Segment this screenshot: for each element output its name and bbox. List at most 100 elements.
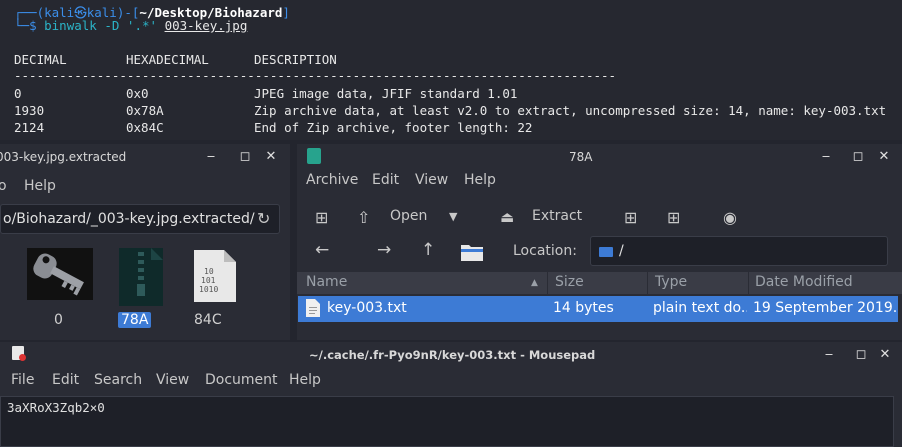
mousepad-close-button[interactable]: ✕ — [876, 346, 894, 364]
menu-go[interactable]: o — [0, 178, 7, 194]
file-manager-titlebar[interactable]: 003-key.jpg.extracted ‒ ◻ ✕ — [0, 144, 290, 170]
forward-icon[interactable]: → — [377, 240, 391, 260]
menu-help[interactable]: Help — [289, 372, 321, 388]
mousepad-titlebar[interactable]: ~/.cache/.fr-Pyo9nR/key-003.txt - Mousep… — [0, 342, 902, 368]
add-folder-icon[interactable]: ⊞ — [667, 208, 680, 227]
file-label-84C: 84C — [194, 312, 222, 328]
archive-titlebar[interactable]: 78A ‒ ◻ ✕ — [297, 144, 902, 170]
extract-button[interactable]: Extract — [532, 208, 582, 224]
menu-edit[interactable]: Edit — [372, 172, 399, 188]
file-list-header: Name ▲ Size Type Date Modified — [297, 272, 902, 294]
archive-title: 78A — [569, 150, 593, 164]
stop-icon[interactable]: ◉ — [723, 208, 737, 227]
file-manager-window[interactable]: 003-key.jpg.extracted ‒ ◻ ✕ o Help o/Bio… — [0, 144, 290, 340]
command-name: binwalk — [44, 18, 97, 33]
file-item-84C[interactable]: 10 101 1010 — [174, 248, 244, 308]
command-file: 003-key.jpg — [164, 18, 248, 33]
row-1-desc: Zip archive data, at least v2.0 to extra… — [254, 103, 887, 118]
column-name[interactable]: Name — [306, 274, 347, 290]
open-icon[interactable]: ⇧ — [357, 208, 370, 227]
editor-content: 3aXRoX3Zqb2×0 — [7, 400, 105, 415]
file-item-0[interactable] — [25, 248, 95, 304]
row-0-hex: 0x0 — [126, 86, 149, 101]
binary-file-icon: 10 101 1010 — [194, 250, 236, 302]
menu-help[interactable]: Help — [24, 178, 56, 194]
path-text: o/Biohazard/_003-key.jpg.extracted/ — [3, 211, 255, 227]
key-image-icon — [27, 248, 93, 300]
row-date: 19 September 2019... — [753, 300, 898, 316]
row-0-desc: JPEG image data, JFIF standard 1.01 — [254, 86, 518, 101]
new-archive-icon[interactable]: ⊞ — [315, 208, 328, 227]
reload-icon[interactable]: ↻ — [257, 209, 270, 228]
zip-archive-icon — [119, 248, 163, 306]
maximize-button[interactable]: ◻ — [236, 148, 254, 166]
menu-search[interactable]: Search — [94, 372, 142, 388]
archive-minimize-button[interactable]: ‒ — [817, 148, 835, 166]
column-date[interactable]: Date Modified — [755, 274, 853, 290]
column-size[interactable]: Size — [555, 274, 584, 290]
header-desc: DESCRIPTION — [254, 52, 337, 67]
row-size: 14 bytes — [553, 300, 614, 316]
svg-text:1010: 1010 — [199, 285, 218, 294]
header-decimal: DECIMAL — [14, 52, 67, 67]
location-label: Location: — [513, 243, 577, 259]
header-hex: HEXADECIMAL — [126, 52, 209, 67]
row-1-decimal: 1930 — [14, 103, 45, 118]
archive-toolbar: ⊞ ⇧ Open ▼ ⏏ Extract ⊞ ⊞ ◉ — [297, 200, 902, 234]
row-2-decimal: 2124 — [14, 120, 45, 135]
home-folder-icon[interactable] — [460, 242, 484, 262]
mousepad-app-badge — [19, 354, 26, 361]
mousepad-menubar: File Edit Search View Document Help — [0, 372, 902, 394]
file-item-78A[interactable] — [102, 248, 172, 310]
back-icon[interactable]: ← — [315, 240, 329, 260]
extract-icon[interactable]: ⏏ — [500, 208, 514, 226]
file-label-0: 0 — [54, 312, 63, 328]
archive-manager-window[interactable]: 78A ‒ ◻ ✕ Archive Edit View Help ⊞ ⇧ Ope… — [297, 144, 902, 340]
location-field[interactable]: / — [590, 236, 888, 266]
up-icon[interactable]: ↑ — [421, 240, 435, 260]
location-folder-icon — [599, 247, 613, 257]
menu-view[interactable]: View — [156, 372, 189, 388]
menu-document[interactable]: Document — [205, 372, 278, 388]
path-bar[interactable]: o/Biohazard/_003-key.jpg.extracted/ ↻ — [0, 204, 280, 234]
header-separator: ----------------------------------------… — [14, 68, 617, 83]
row-type: plain text do... — [653, 300, 747, 316]
close-button[interactable]: ✕ — [262, 148, 280, 166]
terminal-window[interactable]: ┌──(kali㉿kali)-[~/Desktop/Biohazard] └─$… — [0, 0, 902, 140]
file-manager-title: 003-key.jpg.extracted — [0, 150, 127, 164]
archive-menubar: Archive Edit View Help — [297, 172, 902, 194]
location-value: / — [619, 243, 624, 259]
command-args: -D '.*' — [104, 18, 158, 33]
file-label-78A: 78A — [118, 312, 152, 328]
file-manager-menubar: o Help — [0, 178, 290, 200]
row-0-decimal: 0 — [14, 86, 22, 101]
text-editor-area[interactable]: 3aXRoX3Zqb2×0 — [0, 396, 894, 447]
menu-file[interactable]: File — [11, 372, 34, 388]
menu-archive[interactable]: Archive — [306, 172, 358, 188]
location-bar: ← → ↑ Location: / — [297, 234, 902, 270]
column-type[interactable]: Type — [655, 274, 687, 290]
archive-app-icon — [307, 148, 321, 164]
open-button[interactable]: Open — [390, 208, 427, 224]
menu-help[interactable]: Help — [464, 172, 496, 188]
add-file-icon[interactable]: ⊞ — [624, 208, 637, 227]
svg-text:101: 101 — [201, 276, 216, 285]
mousepad-window[interactable]: ~/.cache/.fr-Pyo9nR/key-003.txt - Mousep… — [0, 342, 902, 447]
menu-edit[interactable]: Edit — [52, 372, 79, 388]
svg-text:10: 10 — [204, 267, 214, 276]
row-2-hex: 0x84C — [126, 120, 164, 135]
text-file-icon — [306, 299, 320, 317]
mousepad-minimize-button[interactable]: ‒ — [820, 346, 838, 364]
archive-maximize-button[interactable]: ◻ — [849, 148, 867, 166]
row-name: key-003.txt — [327, 300, 407, 316]
table-row[interactable]: key-003.txt 14 bytes plain text do... 19… — [298, 296, 898, 322]
open-dropdown-icon[interactable]: ▼ — [449, 210, 457, 223]
menu-view[interactable]: View — [415, 172, 448, 188]
minimize-button[interactable]: ‒ — [202, 148, 220, 166]
row-2-desc: End of Zip archive, footer length: 22 — [254, 120, 533, 135]
mousepad-maximize-button[interactable]: ◻ — [852, 346, 870, 364]
terminal-command-line: └─$ binwalk -D '.*' 003-key.jpg — [14, 18, 248, 33]
archive-close-button[interactable]: ✕ — [875, 148, 893, 166]
sort-up-icon: ▲ — [531, 278, 538, 288]
mousepad-title: ~/.cache/.fr-Pyo9nR/key-003.txt - Mousep… — [309, 348, 596, 362]
